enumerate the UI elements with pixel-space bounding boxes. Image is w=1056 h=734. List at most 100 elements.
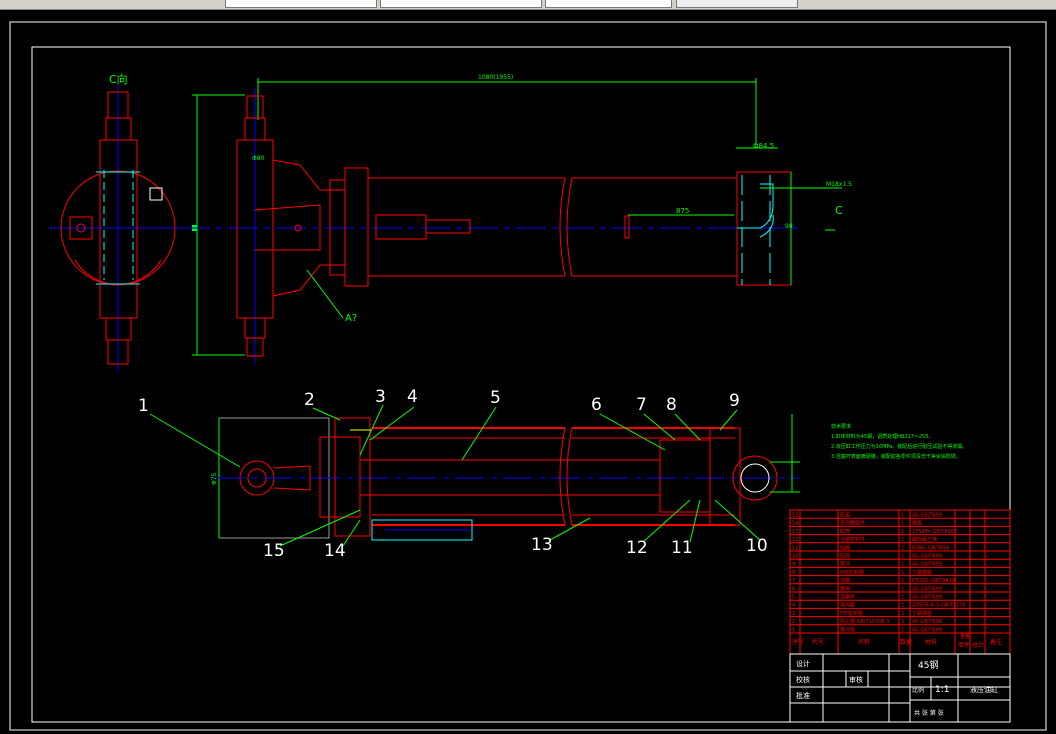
cell-name: 缸底: [840, 553, 850, 560]
cell-no: 8: [792, 570, 795, 576]
cell-material: 45-GB/T699: [912, 586, 942, 592]
cell-qty: 1: [901, 554, 904, 560]
cell-name: 密封圈组件: [840, 520, 865, 527]
table-row: 7 活塞 1 HT200-GB/T9439: [792, 577, 955, 584]
cell-qty: 1: [901, 537, 904, 543]
approve-label: 批准: [796, 691, 810, 700]
cell-material: 27SiMn-GB/T8162: [912, 529, 957, 535]
main-view: [180, 78, 842, 365]
cell-no: 1: [792, 627, 795, 633]
cell-material: 丁腈橡胶: [912, 610, 932, 617]
cell-material: ZQSn6-6-3-GB/T1176: [912, 603, 966, 609]
table-row: 6 螺母 1 45-GB/T699: [792, 585, 942, 592]
cell-no: 13: [792, 529, 798, 535]
check-label: 校核: [796, 675, 810, 684]
cell-name: 活塞: [840, 577, 850, 584]
header-cell: 名称: [858, 638, 870, 646]
dim-left: Φ75: [211, 472, 218, 485]
cell-name: 缸筒: [840, 528, 850, 535]
table-row: 9 耳环 1 45-GB/T699: [792, 562, 942, 568]
header-cell: 代号: [812, 638, 824, 646]
header-cell: 数量: [900, 638, 912, 646]
table-row: 8 O形密封圈 1 丁腈橡胶: [792, 569, 932, 576]
cell-qty: 1: [901, 595, 904, 601]
arrow-label: C: [835, 204, 843, 217]
table-row: 13 缸筒 1 27SiMn-GB/T8162: [792, 528, 957, 535]
header-cell: 序号: [792, 638, 804, 646]
cell-qty: 1: [901, 627, 904, 633]
part-number: 10: [746, 536, 768, 556]
table-row: 5 活塞杆 1 45-GB/T699: [792, 594, 942, 601]
height-dim: 98: [785, 223, 793, 230]
cell-no: 15: [792, 513, 798, 519]
part-number: 4: [407, 387, 418, 407]
table-row: 4 导向套 1 ZQSn6-6-3-GB/T1176: [792, 602, 966, 609]
length-dim: 1080(1955): [478, 74, 513, 81]
design-label: 设计: [796, 659, 810, 668]
cell-qty: 1: [901, 513, 904, 519]
cell-qty: 1: [901, 578, 904, 584]
table-row: 12 活塞密封件 1 聚四氟乙烯: [792, 536, 937, 543]
part-labels: 1 2 3 4 5 6 7 8 9 10 11 12 13 14 15: [138, 387, 768, 561]
cell-name: 防尘圈 GB/T10708.3: [840, 618, 889, 625]
cell-name: 耳环销: [840, 626, 855, 633]
sheet-label: 共 张 第 张: [914, 709, 944, 717]
table-row: 15 缸盖 1 45-GB/T699: [792, 512, 942, 519]
scale-label: 比例: [912, 686, 924, 694]
review-label: 审核: [849, 675, 863, 684]
cell-no: 14: [792, 521, 798, 527]
part-number: 12: [626, 538, 648, 558]
part-number: 11: [671, 538, 693, 558]
view-label: C向: [109, 72, 128, 86]
section-view: [149, 404, 800, 547]
cell-material: 丁腈橡胶: [912, 569, 932, 576]
cell-qty: 1: [901, 529, 904, 535]
table-row: 2 防尘圈 GB/T10708.3 1 45-GB/T699: [792, 618, 942, 625]
cell-material: 45-GB/T699: [912, 513, 942, 519]
cell-qty: 1: [901, 521, 904, 527]
outer-frame: [9, 21, 1047, 731]
part-number: 8: [666, 395, 677, 415]
cell-material: 45-GB/T699: [912, 554, 942, 560]
table-row: 1 耳环销 1 45-GB/T699: [792, 626, 942, 633]
header-cell: 总计: [972, 641, 984, 649]
cell-no: 7: [792, 578, 795, 584]
cell-material: 橡胶: [912, 520, 922, 527]
note-line: 2.液压缸工作压力为16MPa，装配后进行耐压试验不得渗漏。: [831, 443, 967, 450]
end-dim: Φ84.5: [753, 142, 774, 150]
weight-header: 重量: [960, 633, 970, 640]
cell-name: Y形密封圈: [839, 610, 863, 617]
header-cell: 单件: [958, 641, 970, 649]
cell-name: 活塞密封件: [840, 536, 865, 543]
part-number: 2: [304, 390, 315, 410]
cad-canvas[interactable]: C向 Φ84.5 875 M18x1.5 98 1080(1955) Φ80 C…: [0, 0, 1056, 734]
stroke-dim: 875: [676, 207, 689, 215]
cell-no: 10: [792, 554, 798, 560]
cell-qty: 1: [901, 586, 904, 592]
cell-qty: 1: [901, 619, 904, 625]
header-cell: 材料: [925, 638, 937, 646]
part-number: 13: [531, 535, 553, 555]
part-number: 5: [490, 388, 501, 408]
cell-name: 螺母: [840, 585, 850, 592]
note-line: 3.活塞杆表面镀硬铬，装配前各零件须清洗干净涂油防锈。: [831, 453, 961, 460]
cell-qty: 1: [901, 562, 904, 568]
parts-table-frame: [789, 509, 1011, 655]
cell-name: 挡圈: [840, 544, 850, 551]
cell-no: 3: [792, 611, 795, 617]
cell-name: 导向套: [840, 602, 855, 609]
part-number: 14: [324, 541, 346, 561]
cell-no: 4: [792, 603, 795, 609]
cell-material: 聚四氟乙烯: [912, 536, 937, 543]
cell-no: 6: [792, 586, 795, 592]
cell-name: 耳环: [840, 562, 850, 568]
cell-name: O形密封圈: [840, 569, 864, 576]
cell-no: 5: [792, 595, 795, 601]
cell-material: HT200-GB/T9439: [912, 578, 955, 584]
cell-name: 缸盖: [840, 512, 850, 519]
note-line: 1.缸体材料为45钢，调质处理HB217～255。: [831, 433, 933, 440]
overall-dim: Φ80: [252, 155, 265, 162]
part-number: 9: [729, 391, 740, 411]
port-dim: M18x1.5: [826, 181, 852, 188]
technical-notes: 技术要求 1.缸体材料为45钢，调质处理HB217～255。 2.液压缸工作压力…: [831, 423, 967, 460]
